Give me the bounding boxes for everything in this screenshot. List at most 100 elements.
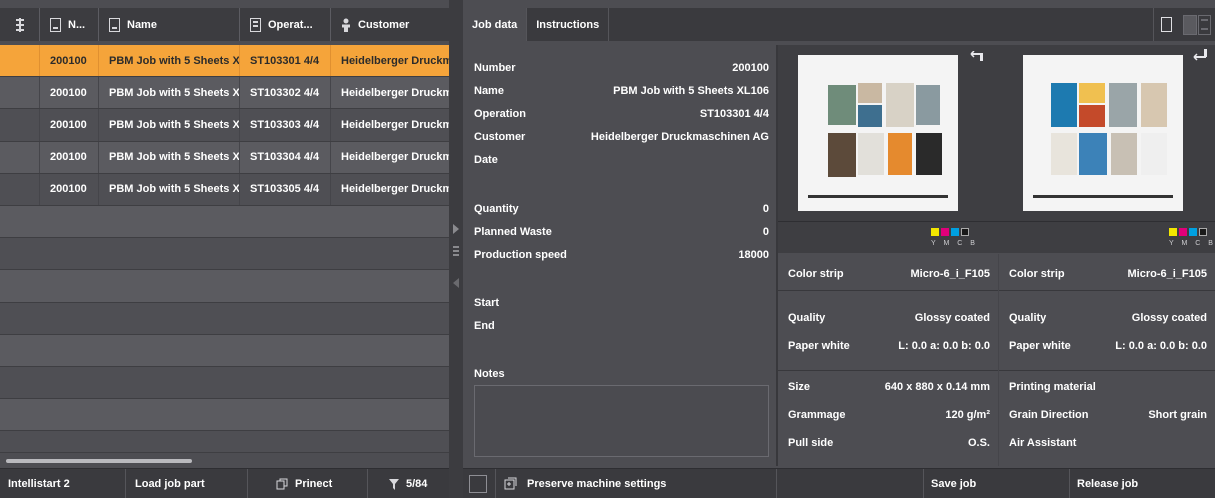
table-row[interactable]: 200100 PBM Job with 5 Sheets XL106 ST103… [0, 109, 449, 142]
filter-count: 5/84 [406, 478, 428, 490]
release-job-button[interactable]: Release job [1070, 469, 1215, 498]
expand-right-icon[interactable] [453, 224, 459, 234]
preserve-machine-settings[interactable]: Preserve machine settings [496, 469, 777, 498]
job-number-cell: 200100 [40, 173, 99, 205]
label: Grammage [788, 409, 846, 421]
notes-field[interactable] [474, 385, 769, 457]
load-job-part-button[interactable]: Load job part [126, 469, 248, 498]
left-toolbar: Intellistart 2 Load job part Prinect 5/8… [0, 468, 449, 498]
label: Date [474, 154, 498, 166]
save-job-button[interactable]: Save job [924, 469, 1070, 498]
front-sheet-preview[interactable] [798, 55, 958, 211]
label: End [474, 320, 495, 332]
air-assistant-row: Air Assistant [1009, 437, 1207, 449]
empty-row [0, 334, 449, 367]
filter-button[interactable]: 5/84 [368, 469, 449, 498]
empty-row [0, 302, 449, 335]
table-row[interactable]: 200100 PBM Job with 5 Sheets XL106 ST103… [0, 45, 449, 78]
collapse-left-icon[interactable] [453, 278, 459, 288]
label: Size [788, 381, 811, 393]
value: 640 x 880 x 0.14 mm [884, 381, 990, 393]
spacer [777, 469, 924, 498]
sort-handle-icon [15, 17, 24, 32]
job-quantity-row: Quantity 0 [474, 203, 769, 215]
job-name-cell: PBM Job with 5 Sheets XL106 [99, 45, 240, 77]
operation-cell: ST103303 4/4 [240, 109, 331, 141]
yellow-swatch [931, 228, 939, 236]
single-page-view-button[interactable] [1153, 8, 1179, 41]
color-strip-row: Color strip Micro-6_i_F105 [1009, 268, 1207, 280]
customer-cell: Heidelberger Druckmas... [341, 183, 449, 196]
intellistart-button[interactable]: Intellistart 2 [0, 469, 126, 498]
magenta-swatch [1179, 228, 1187, 236]
label: Printing material [1009, 381, 1096, 393]
customer-cell: Heidelberger Druckmas... [341, 54, 449, 67]
customer-cell: Heidelberger Druckmas... [341, 118, 449, 131]
operation-cell: ST103305 4/4 [240, 173, 331, 205]
magenta-swatch [941, 228, 949, 236]
black-swatch [1199, 228, 1207, 236]
value: 0 [762, 203, 769, 215]
paper-white-row: Paper white L: 0.0 a: 0.0 b: 0.0 [788, 340, 990, 352]
column-divider [998, 254, 999, 466]
value: Short grain [1148, 409, 1207, 421]
release-job-label: Release job [1077, 478, 1139, 490]
column-options-button[interactable] [0, 8, 40, 41]
job-customer-row: Customer Heidelberger Druckmaschinen AG [474, 131, 769, 143]
quality-row: Quality Glossy coated [1009, 312, 1207, 324]
label: Customer [474, 131, 526, 143]
job-name-cell: PBM Job with 5 Sheets XL106 [99, 77, 240, 109]
table-row[interactable]: 200100 PBM Job with 5 Sheets XL106 ST103… [0, 77, 449, 110]
empty-row [0, 238, 449, 271]
color-strip-row: Color strip Micro-6_i_F105 [788, 268, 990, 280]
value: O.S. [967, 437, 990, 449]
value: 0 [762, 226, 769, 238]
yellow-swatch [1169, 228, 1177, 236]
checkbox-box[interactable] [469, 475, 487, 493]
column-header-name[interactable]: Name [99, 8, 240, 41]
tab-job-data[interactable]: Job data [463, 8, 528, 41]
column-header-customer[interactable]: Customer [331, 8, 449, 41]
label: Air Assistant [1009, 437, 1077, 449]
cyan-swatch [1189, 228, 1197, 236]
horizontal-scrollbar[interactable] [6, 459, 192, 463]
load-job-part-label: Load job part [135, 478, 205, 490]
value: PBM Job with 5 Sheets XL106 [613, 85, 769, 97]
flip-sheet-icon[interactable] [1193, 49, 1209, 61]
table-row[interactable]: 200100 PBM Job with 5 Sheets XL106 ST103… [0, 141, 449, 174]
job-number-cell: 200100 [40, 77, 99, 109]
value: 120 g/m² [945, 409, 990, 421]
job-number-row: Number 200100 [474, 62, 769, 74]
value: Glossy coated [914, 312, 990, 324]
table-row[interactable]: 200100 PBM Job with 5 Sheets XL106 ST103… [0, 173, 449, 206]
job-name-cell: PBM Job with 5 Sheets XL106 [99, 109, 240, 141]
empty-row [0, 431, 449, 454]
turn-sheet-icon[interactable] [969, 51, 985, 61]
job-data-section: Number 200100 Name PBM Job with 5 Sheets X… [463, 45, 776, 466]
job-speed-row: Production speed 18000 [474, 249, 769, 261]
printing-material-row: Printing material [1009, 381, 1207, 393]
panel-splitter[interactable] [449, 0, 463, 498]
value: Micro-6_i_F105 [1127, 268, 1207, 280]
job-waste-row: Planned Waste 0 [474, 226, 769, 238]
operation-cell: ST103304 4/4 [240, 141, 331, 173]
job-start-row: Start [474, 297, 769, 309]
size-row: Size 640 x 880 x 0.14 mm [788, 381, 990, 393]
job-table-header: N... Name Operat... Customer [0, 8, 449, 41]
job-table-body: 200100 PBM Job with 5 Sheets XL106 ST103… [0, 45, 449, 454]
prinect-button[interactable]: Prinect [248, 469, 368, 498]
sheet-properties: Color strip Micro-6_i_F105 Color strip Mic… [778, 254, 1215, 466]
black-swatch [961, 228, 969, 236]
back-sheet-preview[interactable] [1023, 55, 1183, 211]
job-name-cell: PBM Job with 5 Sheets XL106 [99, 173, 240, 205]
value: L: 0.0 a: 0.0 b: 0.0 [1115, 340, 1207, 352]
column-header-number[interactable]: N... [40, 8, 99, 41]
preserve-checkbox[interactable] [463, 469, 496, 498]
tab-instructions[interactable]: Instructions [527, 8, 610, 41]
column-header-operation[interactable]: Operat... [240, 8, 331, 41]
double-page-view-button[interactable] [1179, 8, 1215, 41]
job-number-cell: 200100 [40, 109, 99, 141]
label: Color strip [788, 268, 844, 280]
filter-icon [389, 478, 399, 490]
column-label-operation: Operat... [268, 18, 313, 31]
